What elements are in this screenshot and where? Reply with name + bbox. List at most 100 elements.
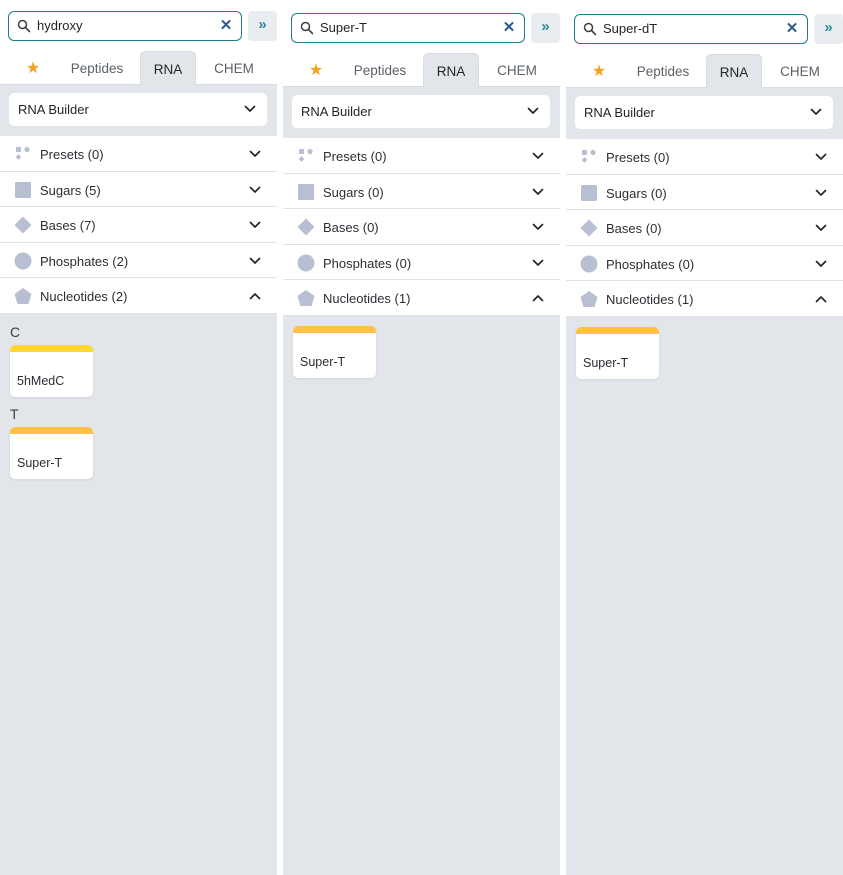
- tab-rna[interactable]: RNA: [140, 51, 196, 85]
- tab-peptides[interactable]: Peptides: [622, 54, 704, 88]
- search-row: hydroxy ✕ »: [0, 0, 277, 51]
- library-panel: hydroxy ✕ » ★ Peptides RNA CHEM RNA Builder Pres…: [0, 0, 277, 875]
- monomer-card-bar: [10, 344, 93, 352]
- library-panel: Super-dT ✕ » ★ Peptides RNA CHEM RNA Builder Pre…: [566, 3, 843, 875]
- chevron-up-icon: [248, 289, 261, 302]
- accordion-header-label: Phosphates (0): [606, 256, 695, 272]
- tab-favorites[interactable]: ★: [301, 53, 331, 87]
- accordion-header-label: Bases (0): [323, 220, 379, 235]
- tab-rna[interactable]: RNA: [423, 53, 479, 87]
- chevron-down-icon: [531, 149, 544, 162]
- rna-builder-label: RNA Builder: [301, 104, 372, 119]
- tab-chem[interactable]: CHEM: [198, 51, 270, 85]
- chevron-down-icon: [248, 254, 261, 267]
- accordion-header[interactable]: Presets (0): [566, 139, 843, 175]
- tab-peptides[interactable]: Peptides: [56, 51, 138, 85]
- monomer-card[interactable]: Super-T: [576, 326, 659, 379]
- accordion-header[interactable]: Presets (0): [283, 138, 560, 174]
- accordion: Presets (0) Sugars (0) Bases (0) Phosphates…: [566, 139, 843, 317]
- sugar-icon: [14, 181, 32, 199]
- chevron-down-icon: [814, 186, 827, 199]
- monomer-card-name: Super-T: [300, 354, 346, 369]
- accordion: Presets (0) Sugars (0) Bases (0) Phosphates…: [283, 138, 560, 316]
- accordion-header-label: Presets (0): [40, 147, 104, 162]
- phosphate-icon: [580, 255, 598, 273]
- base-icon: [580, 219, 598, 237]
- search-input[interactable]: hydroxy ✕: [8, 11, 242, 41]
- rna-builder-dropdown[interactable]: RNA Builder: [9, 93, 267, 126]
- accordion-header[interactable]: Phosphates (2): [0, 242, 277, 278]
- collapse-panel-button[interactable]: »: [248, 11, 277, 41]
- close-icon[interactable]: ✕: [783, 20, 801, 38]
- nucleotide-icon: [14, 287, 32, 305]
- monomer-card-bar: [10, 426, 93, 434]
- library-panel: Super-T ✕ » ★ Peptides RNA CHEM RNA Builder Pres…: [283, 2, 560, 875]
- base-icon: [14, 216, 32, 234]
- collapse-panel-button[interactable]: »: [531, 13, 560, 43]
- sugar-icon: [297, 183, 315, 201]
- accordion-header-label: Nucleotides (1): [323, 291, 411, 306]
- accordion-header[interactable]: Phosphates (0): [566, 245, 843, 281]
- chevron-up-icon: [531, 291, 544, 304]
- search-input[interactable]: Super-T ✕: [291, 13, 525, 43]
- accordion-header-label: Sugars (0): [606, 185, 667, 201]
- chevron-up-icon: [814, 292, 827, 305]
- library-tabs: ★ Peptides RNA CHEM: [0, 51, 277, 85]
- search-icon: [300, 21, 314, 35]
- library-tabs: ★ Peptides RNA CHEM: [283, 53, 560, 87]
- accordion-header-label: Nucleotides (1): [606, 292, 694, 307]
- accordion-header[interactable]: Bases (0): [283, 209, 560, 245]
- accordion-header-label: Sugars (5): [40, 182, 101, 198]
- collapse-panel-button[interactable]: »: [814, 14, 843, 44]
- chevron-down-icon: [814, 150, 827, 163]
- chevron-down-icon: [531, 256, 544, 269]
- monomer-card-bar: [576, 326, 659, 334]
- search-row: Super-T ✕ »: [283, 2, 560, 53]
- presets-icon: [14, 145, 32, 163]
- base-icon: [297, 218, 315, 236]
- group-letter: C: [10, 323, 21, 340]
- accordion-header[interactable]: Bases (0): [566, 210, 843, 246]
- accordion-header[interactable]: Bases (7): [0, 207, 277, 243]
- accordion-header[interactable]: Nucleotides (1): [283, 280, 560, 316]
- chevron-down-icon: [243, 102, 257, 116]
- presets-icon: [297, 147, 315, 165]
- accordion-header[interactable]: Sugars (0): [283, 173, 560, 209]
- accordion-header[interactable]: Sugars (5): [0, 171, 277, 207]
- sugar-icon: [580, 184, 598, 202]
- search-input[interactable]: Super-dT ✕: [574, 14, 808, 44]
- tab-chem[interactable]: CHEM: [764, 54, 836, 88]
- accordion-header-label: Phosphates (2): [40, 253, 129, 269]
- accordion-header-label: Presets (0): [323, 149, 387, 164]
- chevron-down-icon: [248, 218, 261, 231]
- chevron-down-icon: [814, 221, 827, 234]
- accordion-header[interactable]: Phosphates (0): [283, 244, 560, 280]
- tab-favorites[interactable]: ★: [584, 54, 614, 88]
- accordion-header[interactable]: Nucleotides (1): [566, 281, 843, 317]
- rna-builder-label: RNA Builder: [584, 105, 655, 120]
- monomer-card-name: Super-T: [17, 455, 63, 470]
- monomer-card[interactable]: Super-T: [293, 325, 376, 378]
- accordion-header[interactable]: Sugars (0): [566, 174, 843, 210]
- accordion-header[interactable]: Presets (0): [0, 136, 277, 172]
- chevron-down-icon: [809, 105, 823, 119]
- tab-chem[interactable]: CHEM: [481, 53, 553, 87]
- rna-builder-dropdown[interactable]: RNA Builder: [575, 96, 833, 129]
- rna-builder-dropdown[interactable]: RNA Builder: [292, 95, 550, 128]
- monomer-card-name: Super-T: [583, 355, 629, 370]
- tab-rna[interactable]: RNA: [706, 54, 762, 88]
- search-icon: [17, 19, 31, 33]
- phosphate-icon: [14, 252, 32, 270]
- monomer-card[interactable]: 5hMedC: [10, 344, 93, 397]
- tab-favorites[interactable]: ★: [18, 51, 48, 85]
- search-row: Super-dT ✕ »: [566, 3, 843, 54]
- close-icon[interactable]: ✕: [217, 17, 235, 35]
- accordion-header[interactable]: Nucleotides (2): [0, 278, 277, 314]
- chevron-down-icon: [248, 147, 261, 160]
- monomer-card[interactable]: Super-T: [10, 426, 93, 479]
- search-input-value: hydroxy: [37, 18, 83, 33]
- nucleotide-icon: [580, 290, 598, 308]
- tab-peptides[interactable]: Peptides: [339, 53, 421, 87]
- group-letter: T: [10, 405, 19, 422]
- close-icon[interactable]: ✕: [500, 19, 518, 37]
